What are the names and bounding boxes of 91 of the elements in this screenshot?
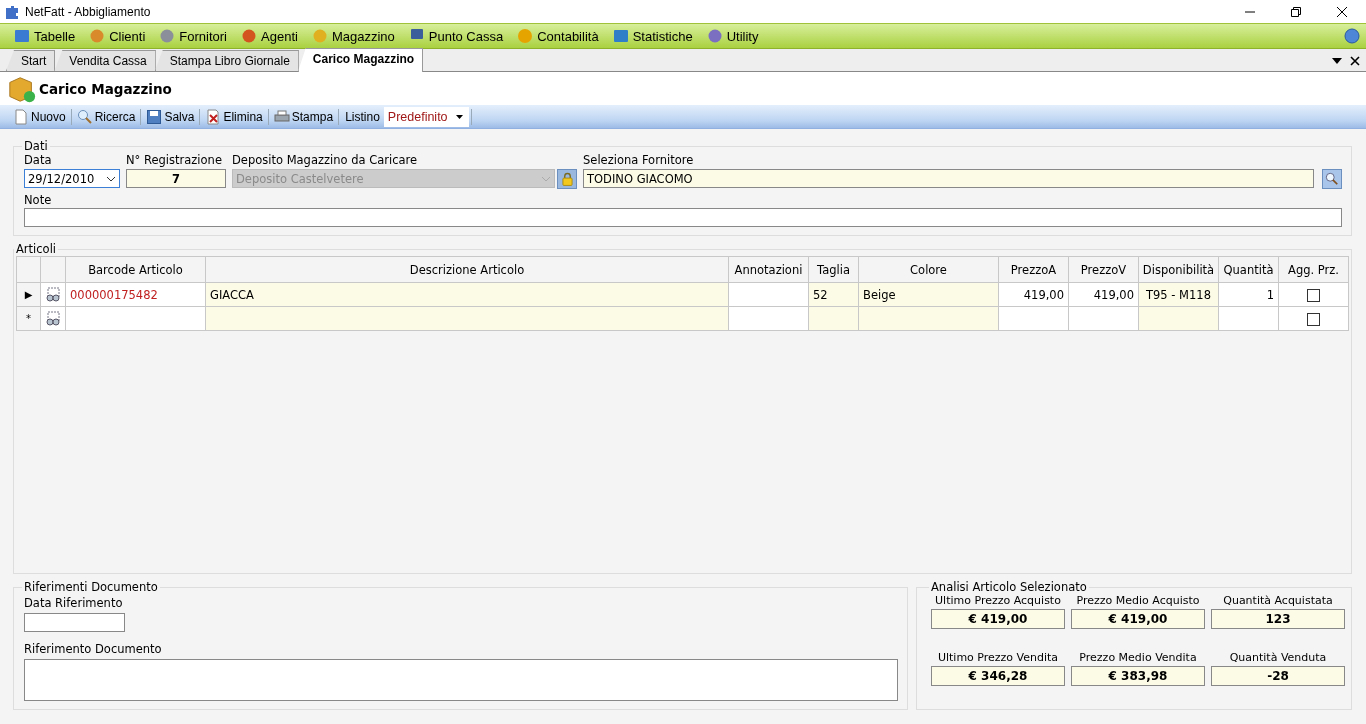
- window-title: NetFatt - Abbigliamento: [25, 4, 151, 19]
- restore-icon[interactable]: [1290, 5, 1302, 18]
- column-header[interactable]: Barcode Articolo: [65, 256, 206, 283]
- column-header[interactable]: PrezzoA: [998, 256, 1069, 283]
- field-label: N° Registrazione: [126, 153, 223, 167]
- group-legend: Dati: [22, 139, 50, 153]
- printer-icon: [273, 108, 290, 125]
- menu-item[interactable]: Contabilità: [517, 28, 599, 44]
- stat-label: Prezzo Medio Vendita: [1079, 651, 1197, 664]
- group-legend: Riferimenti Documento: [22, 580, 160, 594]
- stat-label: Ultimo Prezzo Acquisto: [935, 594, 1061, 607]
- padlock-icon: [561, 172, 573, 186]
- menu-item[interactable]: Fornitori: [159, 28, 227, 44]
- tab[interactable]: Start: [6, 50, 56, 71]
- binoculars-icon[interactable]: [45, 286, 61, 303]
- field-label: Deposito Magazzino da Caricare: [232, 153, 419, 167]
- stat-label: Quantità Acquistata: [1223, 594, 1333, 607]
- stat-value-field: -28: [1211, 666, 1345, 686]
- stat-value-field: 123: [1211, 609, 1345, 629]
- menu-item[interactable]: Punto Cassa: [408, 28, 504, 44]
- column-header[interactable]: PrezzoV: [1068, 256, 1139, 283]
- stat-value-field: € 346,28: [931, 666, 1065, 686]
- header-cell: [16, 256, 41, 283]
- stat-label: Quantità Venduta: [1229, 651, 1327, 664]
- lock-button[interactable]: [557, 169, 577, 189]
- menu-item[interactable]: Tabelle: [14, 28, 76, 44]
- checkbox[interactable]: [1307, 312, 1320, 326]
- menu-item[interactable]: Statistiche: [612, 28, 693, 44]
- close-icon[interactable]: [1336, 5, 1348, 18]
- column-header[interactable]: Colore: [858, 256, 999, 283]
- field-label: Riferimento Documento: [24, 641, 163, 656]
- row-marker[interactable]: *: [16, 306, 41, 331]
- search-icon: [1325, 172, 1339, 186]
- chevron-down-icon: [541, 175, 551, 182]
- dropdown-arrow-icon[interactable]: [1332, 58, 1342, 64]
- row-marker[interactable]: ▶: [16, 282, 41, 307]
- page-title: Carico Magazzino: [39, 80, 172, 97]
- field-label: Note: [24, 193, 53, 207]
- stat-value-field: € 419,00: [1071, 609, 1205, 629]
- toolbar-button[interactable]: Stampa: [270, 108, 337, 125]
- group-legend: Analisi Articolo Selezionato: [929, 580, 1089, 594]
- toolbar-button[interactable]: Elimina: [202, 108, 266, 125]
- toolbar-button[interactable]: Ricerca: [73, 108, 139, 125]
- date-field[interactable]: 29/12/2010: [24, 169, 120, 188]
- checkbox[interactable]: [1307, 288, 1320, 302]
- tab[interactable]: Vendita Cassa: [54, 50, 156, 71]
- supplier-field[interactable]: TODINO GIACOMO: [583, 169, 1314, 188]
- menu-item[interactable]: Magazzino: [311, 28, 395, 44]
- tab[interactable]: Carico Magazzino: [297, 48, 424, 72]
- table-cell: Beige: [858, 282, 999, 307]
- close-icon[interactable]: [1350, 56, 1360, 66]
- table-cell: 000000175482: [65, 282, 206, 307]
- reference-date-field[interactable]: [24, 613, 125, 632]
- column-header[interactable]: Agg. Prz.: [1278, 256, 1349, 283]
- menu-item[interactable]: Clienti: [89, 28, 146, 44]
- menu-item[interactable]: Utility: [706, 28, 759, 44]
- table-cell: 1: [1218, 282, 1279, 307]
- field-label: Data: [24, 153, 53, 167]
- binoculars-icon[interactable]: [45, 310, 61, 327]
- floppy-icon: [146, 108, 163, 125]
- stat-label: Ultimo Prezzo Vendita: [937, 651, 1059, 664]
- app-icon: [4, 3, 20, 20]
- caret-icon: [455, 114, 463, 119]
- stat-value-field: € 383,98: [1071, 666, 1205, 686]
- table-cell: 419,00: [1068, 282, 1139, 307]
- menu-item[interactable]: Agenti: [241, 28, 298, 44]
- note-field[interactable]: [24, 208, 1342, 227]
- column-header[interactable]: Taglia: [808, 256, 859, 283]
- search-icon: [76, 108, 93, 125]
- registration-number-field[interactable]: 7: [126, 169, 226, 188]
- table-cell: GIACCA: [205, 282, 729, 307]
- field-label: Seleziona Fornitore: [583, 153, 695, 167]
- field-label: Data Riferimento: [24, 596, 124, 610]
- listino-dropdown[interactable]: Predefinito: [383, 106, 469, 127]
- toolbar-button[interactable]: Nuovo: [10, 108, 69, 125]
- column-header[interactable]: Disponibilità: [1138, 256, 1219, 283]
- chevron-down-icon: [106, 175, 116, 182]
- column-header[interactable]: Quantità: [1218, 256, 1279, 283]
- tab[interactable]: Stampa Libro Giornale: [154, 50, 299, 71]
- stat-label: Prezzo Medio Acquisto: [1076, 594, 1200, 607]
- table-cell: 419,00: [998, 282, 1069, 307]
- delete-icon: [205, 108, 222, 125]
- listino-label: Listino: [344, 109, 381, 124]
- stat-value-field: € 419,00: [931, 609, 1065, 629]
- toolbar-button[interactable]: Salva: [143, 108, 198, 125]
- reference-document-field[interactable]: [24, 658, 898, 701]
- column-header[interactable]: Descrizione Articolo: [205, 256, 729, 283]
- search-button[interactable]: [1322, 169, 1342, 189]
- group-legend: Articoli: [14, 242, 59, 256]
- document-icon: [13, 108, 29, 125]
- column-header[interactable]: Annotazioni: [728, 256, 809, 283]
